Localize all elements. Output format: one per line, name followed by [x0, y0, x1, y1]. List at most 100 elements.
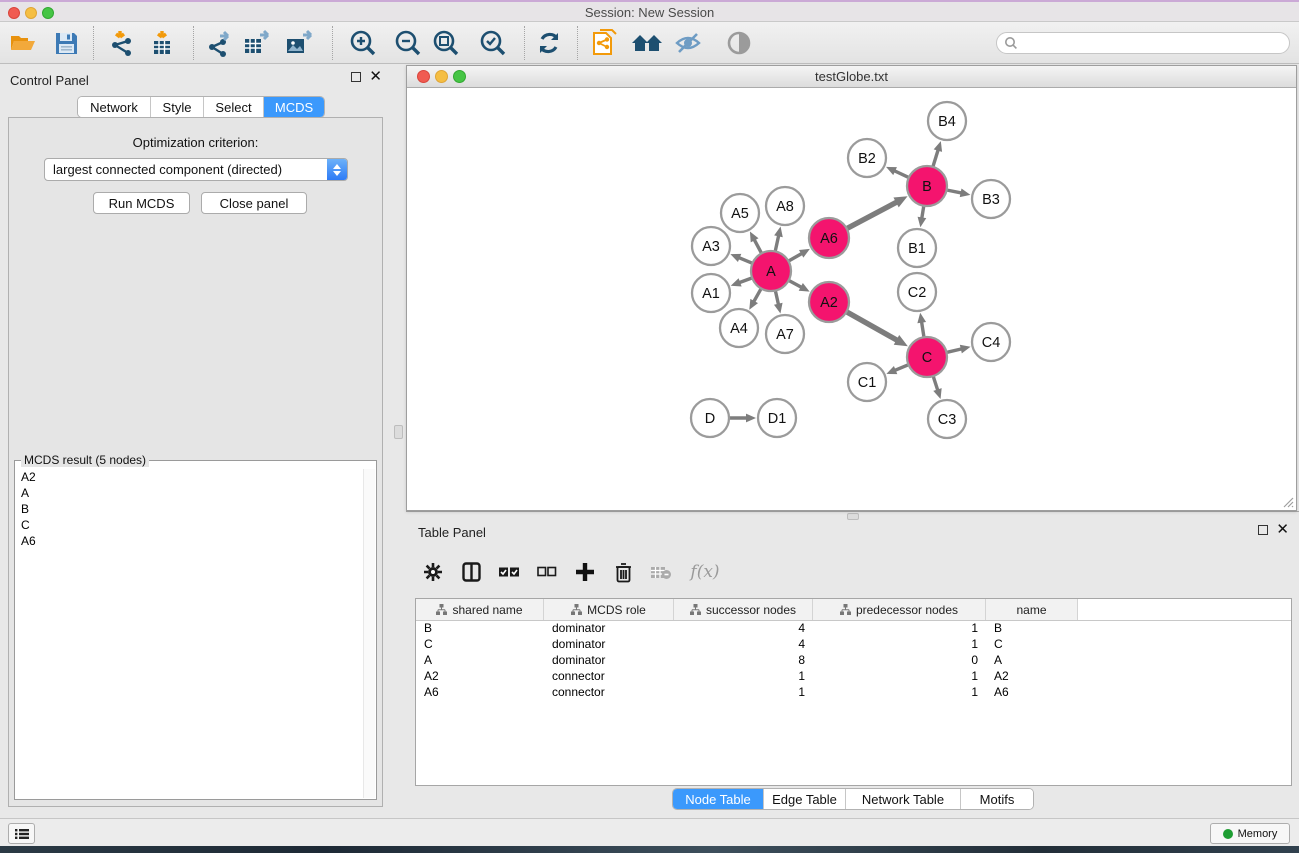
vertical-divider-grip[interactable]	[394, 425, 403, 439]
memory-button[interactable]: Memory	[1210, 823, 1290, 844]
table-cell[interactable]: 4	[674, 621, 813, 637]
graph-edge-A-A3[interactable]	[738, 257, 753, 263]
delete-column-button[interactable]	[612, 559, 634, 585]
task-history-button[interactable]	[8, 823, 35, 844]
tab-edge-table[interactable]: Edge Table	[764, 789, 846, 809]
open-file-button[interactable]	[5, 26, 41, 60]
table-cell[interactable]: 0	[813, 653, 986, 669]
table-cell[interactable]: 1	[674, 685, 813, 701]
table-row[interactable]: Bdominator41B	[416, 621, 1291, 637]
table-cell[interactable]: 4	[674, 637, 813, 653]
table-cell[interactable]: A6	[416, 685, 544, 701]
show-all-button[interactable]	[721, 26, 757, 60]
table-cell[interactable]: C	[986, 637, 1078, 653]
graph-edge-C-C1[interactable]	[894, 365, 909, 371]
table-settings-button[interactable]	[422, 559, 444, 585]
mcds-result-item[interactable]: A6	[16, 533, 362, 549]
export-table-button[interactable]	[239, 26, 275, 60]
mcds-result-list[interactable]: A2ABCA6	[16, 469, 362, 798]
graph-edge-A-A4[interactable]	[753, 288, 761, 302]
table-cell[interactable]: 8	[674, 653, 813, 669]
table-cell[interactable]: 1	[813, 685, 986, 701]
table-cell[interactable]: A2	[986, 669, 1078, 685]
zoom-fit-button[interactable]	[428, 26, 464, 60]
zoom-out-button[interactable]	[390, 26, 426, 60]
table-cell[interactable]: B	[986, 621, 1078, 637]
search-field[interactable]	[996, 32, 1290, 54]
graph-edge-A-A1[interactable]	[738, 278, 752, 283]
save-session-button[interactable]	[48, 26, 84, 60]
graph-edge-B-B3[interactable]	[947, 190, 963, 193]
show-columns-button[interactable]	[460, 559, 482, 585]
graph-edge-B-B4[interactable]	[933, 149, 939, 167]
search-input[interactable]	[1018, 34, 1281, 52]
function-builder-button[interactable]: f(x)	[688, 559, 722, 585]
hide-selected-button[interactable]	[671, 26, 707, 60]
column-header-shared-name[interactable]: shared name	[416, 599, 544, 620]
import-network-button[interactable]	[104, 26, 140, 60]
add-column-button[interactable]	[574, 559, 596, 585]
export-network-button[interactable]	[202, 26, 238, 60]
close-panel-icon[interactable]: ✕	[369, 72, 382, 82]
table-cell[interactable]: 1	[813, 637, 986, 653]
table-cell[interactable]: dominator	[544, 653, 674, 669]
close-table-panel-icon[interactable]: ✕	[1276, 525, 1289, 535]
column-header-predecessor-nodes[interactable]: predecessor nodes	[813, 599, 986, 620]
tab-style[interactable]: Style	[151, 97, 204, 117]
table-cell[interactable]: A	[986, 653, 1078, 669]
zoom-in-button[interactable]	[345, 26, 381, 60]
table-row[interactable]: Adominator80A	[416, 653, 1291, 669]
table-cell[interactable]: 1	[813, 669, 986, 685]
graph-edge-C-C3[interactable]	[933, 376, 938, 391]
table-row[interactable]: A2connector11A2	[416, 669, 1291, 685]
cybrowser-button[interactable]	[587, 26, 623, 60]
table-cell[interactable]: A6	[986, 685, 1078, 701]
table-cell[interactable]: connector	[544, 669, 674, 685]
graph-edge-A2-C[interactable]	[846, 312, 898, 341]
graph-edge-B-B2[interactable]	[893, 170, 909, 177]
close-panel-button[interactable]: Close panel	[201, 192, 307, 214]
optimization-criterion-select[interactable]: largest connected component (directed)	[44, 158, 348, 181]
table-cell[interactable]: A	[416, 653, 544, 669]
mcds-result-item[interactable]: C	[16, 517, 362, 533]
export-image-button[interactable]	[281, 26, 317, 60]
table-cell[interactable]: connector	[544, 685, 674, 701]
float-panel-icon[interactable]	[351, 72, 361, 82]
table-row[interactable]: Cdominator41C	[416, 637, 1291, 653]
tab-select[interactable]: Select	[204, 97, 264, 117]
import-table-button[interactable]	[144, 26, 180, 60]
table-cell[interactable]: dominator	[544, 621, 674, 637]
table-row[interactable]: A6connector11A6	[416, 685, 1291, 701]
graph-edge-A-A5[interactable]	[754, 239, 762, 254]
home-network-button[interactable]	[629, 26, 665, 60]
column-header-MCDS-role[interactable]: MCDS role	[544, 599, 674, 620]
tab-mcds[interactable]: MCDS	[264, 97, 324, 117]
table-cell[interactable]: A2	[416, 669, 544, 685]
run-mcds-button[interactable]: Run MCDS	[93, 192, 190, 214]
column-header-successor-nodes[interactable]: successor nodes	[674, 599, 813, 620]
table-cell[interactable]: C	[416, 637, 544, 653]
graph-edge-C-C2[interactable]	[921, 321, 924, 338]
mcds-result-item[interactable]: B	[16, 501, 362, 517]
table-cell[interactable]: B	[416, 621, 544, 637]
table-cell[interactable]: dominator	[544, 637, 674, 653]
graph-edge-B-B1[interactable]	[922, 206, 924, 220]
graph-edge-C-C4[interactable]	[946, 349, 962, 353]
zoom-selected-button[interactable]	[475, 26, 511, 60]
table-cell[interactable]: 1	[813, 621, 986, 637]
network-canvas[interactable]: B4B2BB3A5A8A6B1A3AC2A1A2A4A7C4CC1C3DD1	[407, 88, 1296, 510]
float-table-panel-icon[interactable]	[1258, 525, 1268, 535]
mcds-result-item[interactable]: A	[16, 485, 362, 501]
result-scrollbar[interactable]	[363, 469, 375, 798]
tab-network-table[interactable]: Network Table	[846, 789, 961, 809]
column-header-name[interactable]: name	[986, 599, 1078, 620]
delete-table-button[interactable]	[650, 559, 672, 585]
tab-motifs[interactable]: Motifs	[961, 789, 1033, 809]
mcds-result-item[interactable]: A2	[16, 469, 362, 485]
graph-edge-A-A7[interactable]	[775, 291, 778, 306]
graph-edge-A-A8[interactable]	[775, 234, 779, 251]
table-cell[interactable]: 1	[674, 669, 813, 685]
tab-network[interactable]: Network	[78, 97, 151, 117]
tab-node-table[interactable]: Node Table	[673, 789, 764, 809]
clear-selection-button[interactable]	[536, 559, 558, 585]
